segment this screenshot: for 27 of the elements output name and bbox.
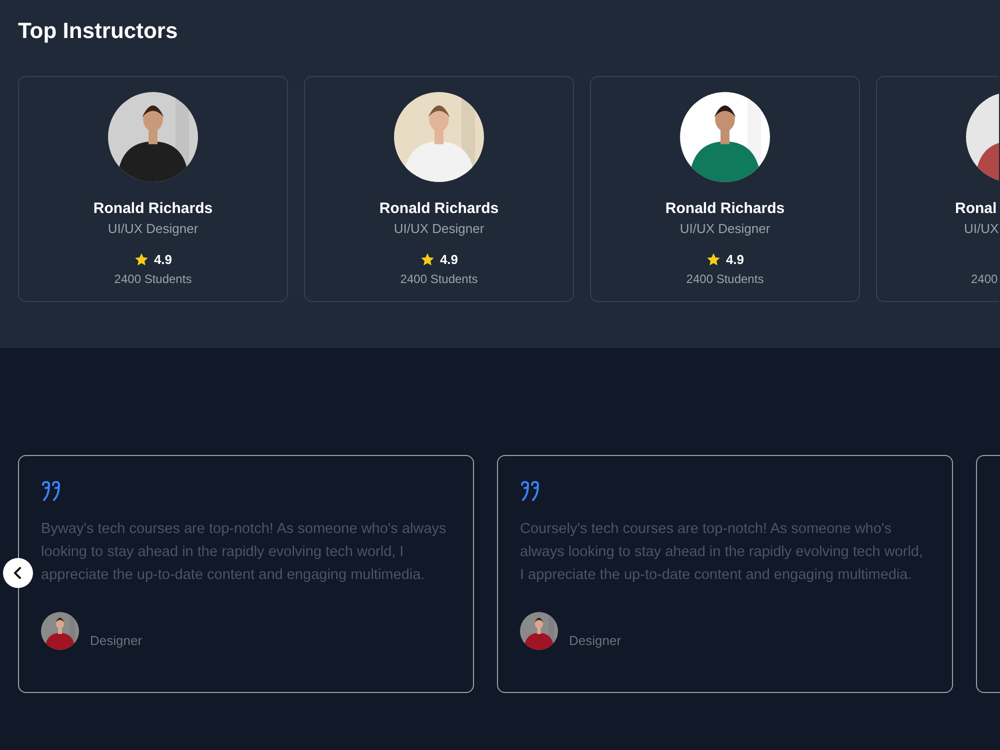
student-count: 2400 bbox=[971, 271, 998, 287]
quote-icon bbox=[520, 481, 542, 501]
instructor-name: Ronal bbox=[955, 199, 997, 219]
instructor-name: Ronald Richards bbox=[93, 199, 213, 219]
quote-icon bbox=[41, 481, 63, 501]
star-icon bbox=[706, 252, 721, 266]
testimonial-text: Coursely's tech courses are top-notch! As someone who's always looking to stay ahead in the rapidly evolving tech world, I appreciate the up-to-date content and engaging multimedia. bbox=[520, 520, 924, 585]
rating-value: 4.9 bbox=[440, 252, 458, 266]
rating-value: 4.9 bbox=[726, 252, 744, 266]
section-title: Top Instructors bbox=[18, 18, 179, 44]
student-count: 2400 Students bbox=[400, 271, 478, 287]
star-icon bbox=[420, 252, 435, 266]
testimonial-text: Byway's tech courses are top-notch! As someone who's always looking to stay ahead in the rapidly evolving tech world, I appreciate the up-to-date content and engaging multimedia. bbox=[41, 520, 448, 585]
previous-button[interactable] bbox=[3, 558, 33, 588]
instructor-role: UI/UX bbox=[964, 220, 999, 238]
chevron-left-icon bbox=[13, 567, 23, 579]
instructor-role: UI/UX Designer bbox=[108, 220, 198, 238]
instructor-name: Ronald Richards bbox=[665, 199, 785, 219]
reviewer-role: Designer bbox=[90, 633, 142, 649]
student-count: 2400 Students bbox=[686, 271, 764, 287]
reviewer-role: Designer bbox=[569, 633, 622, 649]
student-count: 2400 Students bbox=[114, 271, 192, 287]
rating-value: 4.9 bbox=[154, 252, 172, 266]
star-icon bbox=[134, 252, 149, 266]
instructor-role: UI/UX Designer bbox=[394, 220, 484, 238]
instructor-role: UI/UX Designer bbox=[680, 220, 770, 238]
instructor-name: Ronald Richards bbox=[379, 199, 499, 219]
